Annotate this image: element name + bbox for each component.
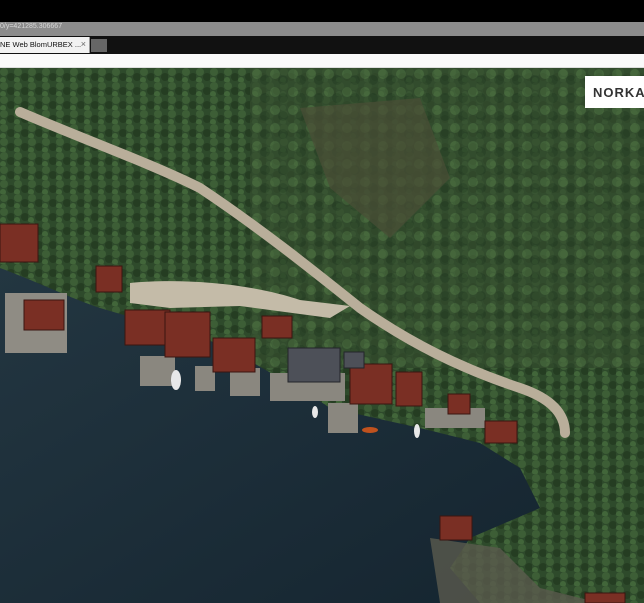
address-bar[interactable]: 0/y=421285.306667 — [0, 22, 644, 36]
close-icon[interactable]: × — [81, 39, 86, 49]
aerial-image — [0, 68, 644, 603]
tab-strip: NE Web BlomURBEX ... × — [0, 36, 644, 54]
aerial-map-view[interactable] — [0, 68, 644, 603]
norkart-logo: NORKA — [585, 76, 644, 108]
address-text: 0/y=421285.306667 — [0, 23, 63, 30]
tab-active[interactable]: NE Web BlomURBEX ... × — [0, 37, 90, 53]
new-tab-button[interactable] — [91, 39, 107, 52]
toolbar-strip — [0, 54, 644, 68]
tab-title: NE Web BlomURBEX ... — [0, 40, 82, 49]
logo-text: NORKA — [593, 85, 644, 100]
browser-top-bar — [0, 0, 644, 22]
